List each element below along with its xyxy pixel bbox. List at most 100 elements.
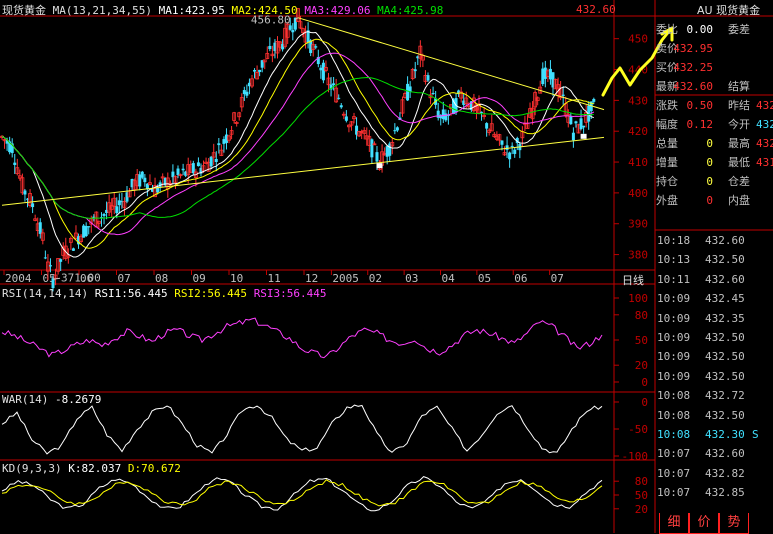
panel-tab[interactable]: 细 bbox=[659, 513, 689, 534]
y-tick-label: 20 bbox=[635, 359, 648, 372]
y-tick-label: -50 bbox=[628, 423, 648, 436]
quote-label-right: 委差 bbox=[728, 23, 750, 36]
candle-body bbox=[245, 91, 249, 96]
candle-body bbox=[115, 206, 119, 214]
ma4-line bbox=[1, 76, 594, 219]
rsi3-value: RSI3:56.445 bbox=[253, 287, 327, 300]
tick-row: 10:09 432.45 bbox=[655, 289, 773, 308]
candle-body bbox=[332, 83, 336, 85]
candle-body bbox=[375, 152, 379, 162]
tick-row: 10:09 432.50 bbox=[655, 367, 773, 386]
kd-header: KD(9,3,3) K:82.037 D:70.672 bbox=[2, 462, 181, 475]
candle-body bbox=[138, 174, 142, 187]
ma2-value: MA2:424.50 bbox=[231, 4, 298, 17]
candle-body bbox=[505, 145, 509, 150]
candle-body bbox=[13, 162, 17, 165]
y-tick-label: 80 bbox=[635, 309, 648, 322]
tick-row: 10:09 432.50 bbox=[655, 328, 773, 347]
quote-value: 432.25 bbox=[673, 61, 713, 74]
war-line bbox=[1, 404, 603, 455]
ma-params: MA(13,21,34,55) bbox=[52, 4, 152, 17]
tick-price: 432.30 bbox=[705, 428, 745, 441]
tick-row: 10:18 432.60 bbox=[655, 231, 773, 250]
candle-body bbox=[500, 140, 504, 145]
y-tick-label: 410 bbox=[628, 156, 648, 169]
quote-value: 0.12 bbox=[686, 118, 714, 131]
quote-label: 增量 bbox=[656, 156, 678, 169]
quote-label: 涨跌 bbox=[656, 99, 678, 112]
candle-body bbox=[222, 139, 226, 144]
candle-body bbox=[140, 171, 144, 178]
tick-time: 10:09 bbox=[657, 311, 691, 325]
low-annotation: 371.00 bbox=[61, 271, 101, 284]
war-value: -8.2679 bbox=[54, 393, 102, 406]
x-tick-label: 2005 bbox=[332, 272, 359, 285]
panel-tab[interactable]: 势 bbox=[719, 513, 749, 534]
candle-body bbox=[541, 68, 545, 85]
quote-row: 外盘 0 内盘 bbox=[655, 191, 773, 210]
y-tick-label: 80 bbox=[635, 475, 648, 488]
x-tick-label: 09 bbox=[193, 272, 206, 285]
candle-body bbox=[485, 123, 489, 129]
tick-price: 432.50 bbox=[705, 331, 745, 344]
x-tick-label: 04 bbox=[442, 272, 456, 285]
panel-header: AU 现货黄金 bbox=[697, 4, 761, 17]
tick-row: 10:07 432.60 bbox=[655, 444, 773, 463]
ma3-value: MA3:429.06 bbox=[304, 4, 371, 17]
x-tick-label: 2004 bbox=[5, 272, 32, 285]
candle-body bbox=[209, 156, 213, 167]
rsi-line bbox=[1, 317, 603, 359]
quote-value: 0 bbox=[706, 175, 713, 188]
candle-body bbox=[268, 45, 272, 50]
y-tick-label: 420 bbox=[628, 125, 648, 138]
candle-body bbox=[406, 83, 410, 101]
tick-price: 432.45 bbox=[705, 292, 745, 306]
tick-time: 10:18 bbox=[657, 234, 691, 247]
tick-row: 10:07 432.82 bbox=[655, 464, 773, 483]
pivot-marker bbox=[376, 163, 383, 169]
y-tick-label: 450 bbox=[628, 33, 648, 46]
price-header: 现货黄金 MA(13,21,34,55) MA1:423.95 MA2:424.… bbox=[2, 2, 443, 18]
tick-time: 10:08 bbox=[657, 428, 691, 441]
candle-body bbox=[480, 111, 484, 113]
panel-tab[interactable]: 价 bbox=[689, 513, 719, 534]
y-tick-label: 0 bbox=[641, 396, 648, 409]
ma2-line bbox=[1, 38, 594, 249]
candle-body bbox=[291, 30, 295, 33]
last-price: 432.60 bbox=[576, 3, 616, 16]
candle-body bbox=[117, 200, 121, 206]
tick-time: 10:09 bbox=[657, 292, 691, 306]
pivot-marker bbox=[580, 133, 587, 139]
x-tick-label: 08 bbox=[155, 272, 168, 285]
tick-time: 10:09 bbox=[657, 369, 691, 383]
quote-label: 幅度 bbox=[656, 118, 678, 131]
quote-row: 幅度 0.12 今开 432 bbox=[655, 115, 773, 134]
candle-body bbox=[395, 127, 399, 131]
chart-title: 现货黄金 bbox=[2, 4, 46, 17]
y-tick-label: 0 bbox=[641, 376, 648, 389]
x-tick-label: 11 bbox=[268, 272, 281, 285]
x-tick-label: 02 bbox=[369, 272, 382, 285]
period-label[interactable]: 日线 bbox=[622, 272, 644, 288]
candle-body bbox=[436, 110, 440, 118]
y-tick-label: -100 bbox=[622, 450, 649, 463]
war-header: WAR(14) -8.2679 bbox=[2, 393, 101, 406]
tick-row: 10:09 432.35 bbox=[655, 309, 773, 328]
quote-label-right: 今开 bbox=[728, 118, 750, 131]
quote-value: 0 bbox=[706, 156, 713, 169]
tick-time: 10:08 bbox=[657, 389, 691, 403]
quote-row: 总量 0 最高 432 bbox=[655, 134, 773, 153]
candle-body bbox=[253, 69, 257, 72]
tick-price: 432.72 bbox=[705, 389, 745, 403]
quote-value: 0.50 bbox=[686, 99, 714, 112]
tick-price: 432.50 bbox=[705, 253, 745, 267]
y-tick-label: 20 bbox=[635, 503, 648, 516]
candle-body bbox=[59, 259, 63, 262]
tick-time: 10:13 bbox=[657, 253, 691, 267]
rsi2-value: RSI2:56.445 bbox=[174, 287, 248, 300]
quote-row: 卖价 432.95 bbox=[655, 39, 773, 58]
x-tick-label: 07 bbox=[118, 272, 131, 285]
quote-label-right: 最高 bbox=[728, 137, 750, 150]
candle-body bbox=[258, 69, 262, 72]
x-tick-label: 12 bbox=[305, 272, 318, 285]
